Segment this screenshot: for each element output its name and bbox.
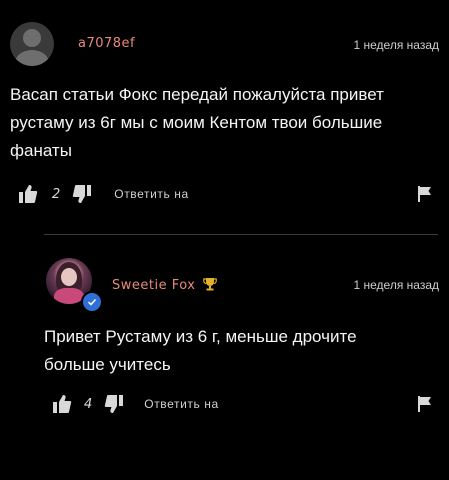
report-button[interactable]	[418, 186, 432, 206]
comment-author-row: Sweetie Fox	[112, 276, 218, 295]
thumbs-up-icon	[53, 395, 72, 413]
flag-icon	[418, 396, 431, 412]
thumbs-down-icon	[105, 395, 124, 413]
comment-timestamp: 1 неделя назад	[353, 278, 440, 292]
trophy-icon	[203, 276, 218, 295]
like-count: 2	[52, 186, 61, 202]
thumbs-up-icon	[19, 185, 38, 203]
comment-body: Привет Рустаму из 6 г, меньше дрочите бо…	[44, 327, 357, 374]
like-button[interactable]	[52, 394, 72, 414]
person-placeholder-icon	[23, 29, 41, 47]
like-count: 4	[84, 396, 93, 412]
comment-body: Васап статьи Фокс передай пожалуйста при…	[10, 85, 384, 160]
flag-icon	[418, 186, 431, 202]
comment-username[interactable]: a7078ef	[78, 36, 135, 51]
reply-button[interactable]: Ответить на	[114, 187, 189, 201]
like-button[interactable]	[18, 184, 38, 204]
reply-button[interactable]: Ответить на	[144, 397, 219, 411]
reply-divider	[44, 234, 438, 235]
avatar[interactable]	[10, 22, 54, 66]
comment-username[interactable]: Sweetie Fox	[112, 278, 195, 293]
dislike-button[interactable]	[72, 184, 92, 204]
comment-actions: 4 Ответить на	[52, 394, 219, 414]
comment-actions: 2 Ответить на	[18, 184, 189, 204]
verified-check-icon	[81, 291, 103, 313]
comments-panel: a7078ef 1 неделя назад Васап статьи Фокс…	[0, 0, 449, 480]
report-button[interactable]	[418, 396, 432, 416]
comment-timestamp: 1 неделя назад	[353, 38, 440, 52]
thumbs-down-icon	[73, 185, 92, 203]
dislike-button[interactable]	[104, 394, 124, 414]
